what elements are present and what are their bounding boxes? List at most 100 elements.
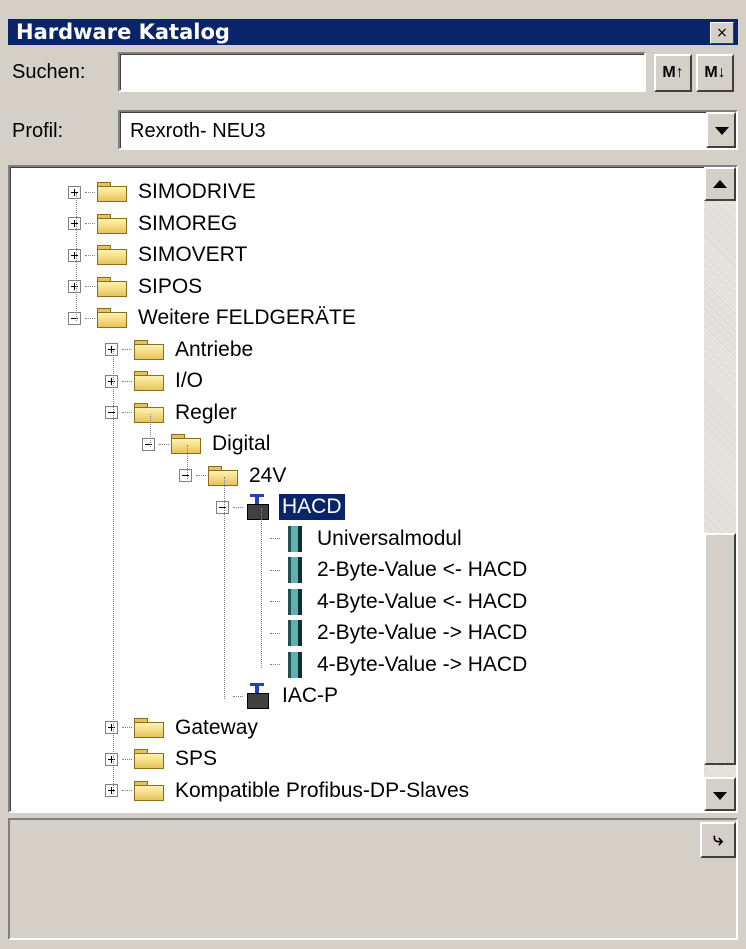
scroll-down-button[interactable]	[704, 777, 736, 811]
folder-icon	[97, 213, 127, 234]
collapse-icon[interactable]	[142, 437, 155, 451]
expand-icon[interactable]	[105, 784, 118, 797]
expand-icon[interactable]	[68, 217, 81, 230]
folder-icon	[97, 182, 127, 202]
folder-icon	[97, 308, 127, 328]
tree-item[interactable]: SIPOS	[68, 272, 205, 302]
profibus-device-icon	[245, 683, 271, 709]
folder-icon	[97, 245, 127, 265]
tree-connector-line	[270, 601, 280, 602]
tree-item[interactable]: Universalmodul	[253, 524, 465, 554]
tree-connector-line	[122, 727, 132, 728]
tree-item-label: SIPOS	[138, 274, 203, 298]
profile-dropdown-button[interactable]	[706, 112, 736, 148]
tree-item[interactable]: 24V	[179, 461, 289, 491]
tree-item[interactable]: 2-Byte-Value -> HACD	[253, 618, 530, 648]
scroll-thumb[interactable]	[704, 533, 736, 765]
info-pane: ⤷	[8, 818, 738, 940]
info-toggle-button[interactable]: ⤷	[700, 822, 736, 858]
tree-item-label: Kompatible Profibus-DP-Slaves	[175, 778, 470, 802]
tree-item[interactable]: SIMOVERT	[68, 240, 250, 270]
collapse-icon[interactable]	[68, 311, 81, 325]
tree-item-label: 4-Byte-Value <- HACD	[317, 589, 528, 613]
module-icon	[288, 557, 302, 583]
tree-item[interactable]: Regler	[105, 398, 240, 428]
tree-item[interactable]: I/O	[105, 366, 206, 396]
folder-icon	[97, 276, 127, 297]
expand-icon[interactable]	[68, 280, 81, 293]
find-up-icon: M↑	[662, 64, 684, 81]
tree-connector-line	[270, 632, 280, 634]
tree-guide-line	[113, 350, 114, 794]
find-down-icon: M↓	[704, 64, 726, 81]
tree-item[interactable]: IAC-P	[216, 681, 341, 711]
tree-connector-line	[122, 412, 132, 413]
search-input[interactable]	[118, 52, 646, 92]
expand-icon[interactable]	[68, 185, 81, 199]
tree-connector-line	[196, 475, 206, 476]
tree-connector-line	[122, 349, 132, 350]
folder-icon	[134, 371, 164, 391]
tree-connector-line	[270, 538, 280, 539]
tree-item-label: Weitere FELDGERÄTE	[138, 306, 356, 329]
tree-item-label: 4-Byte-Value -> HACD	[317, 652, 528, 676]
tree-item-label: SPS	[175, 747, 218, 770]
arrow-down-icon	[713, 792, 727, 800]
module-icon	[288, 525, 302, 552]
collapse-icon[interactable]	[216, 500, 229, 514]
tree-item[interactable]: SPS	[105, 744, 220, 774]
tree-guide-line	[261, 508, 262, 668]
expand-icon[interactable]	[105, 752, 118, 766]
tree-item-label: Digital	[212, 432, 271, 455]
arrow-up-icon	[713, 180, 727, 188]
catalog-tree[interactable]: SIMODRIVE SIMOREG SIMOVERT SIPOS Weitere FEL…	[8, 165, 738, 813]
find-down-button[interactable]: M↓	[696, 54, 734, 92]
expand-icon[interactable]	[105, 343, 118, 356]
close-button[interactable]: ×	[710, 22, 734, 44]
tree-item[interactable]: Gateway	[105, 713, 261, 743]
tree-item[interactable]: Digital	[142, 429, 273, 459]
profile-select[interactable]: Rexroth- NEU3	[118, 110, 738, 150]
profibus-device-icon	[245, 494, 271, 520]
tree-item-label: SIMOREG	[138, 211, 238, 235]
expand-icon[interactable]	[68, 248, 81, 262]
tree-item[interactable]: Weitere FELDGERÄTE	[68, 303, 359, 333]
title-bar[interactable]: Hardware Katalog	[8, 19, 738, 45]
tree-item-label: HACD	[278, 493, 346, 521]
scroll-up-button[interactable]	[704, 167, 736, 201]
tree-connector-line	[85, 286, 95, 287]
tree-item[interactable]: SIMODRIVE	[68, 177, 259, 207]
search-label: Suchen:	[12, 61, 86, 83]
chevron-down-icon	[715, 127, 729, 135]
tree-item-label: I/O	[175, 369, 204, 392]
tree-item-label: 24V	[249, 463, 287, 487]
folder-icon	[134, 780, 164, 801]
tree-item[interactable]: SIMOREG	[68, 209, 240, 239]
tree-connector-line	[122, 758, 132, 760]
tree-item-label: SIMODRIVE	[138, 180, 256, 203]
tree-item[interactable]: Kompatible Profibus-DP-Slaves	[105, 776, 472, 806]
tree-item[interactable]: 4-Byte-Value -> HACD	[253, 650, 530, 680]
tree-guide-line	[187, 445, 188, 479]
tree-connector-line	[233, 695, 243, 697]
tree-item-label: 2-Byte-Value -> HACD	[317, 621, 528, 644]
tree-item-label: Antriebe	[175, 337, 254, 361]
expand-icon[interactable]	[105, 374, 118, 388]
expand-icon[interactable]	[105, 721, 118, 734]
tree-connector-line	[233, 506, 243, 508]
tree-item[interactable]: 2-Byte-Value <- HACD	[253, 555, 530, 585]
tree-item-label: SIMOVERT	[138, 243, 248, 266]
tree-item[interactable]: HACD	[216, 492, 346, 522]
module-icon	[288, 620, 302, 646]
tree-connector-line	[122, 790, 132, 791]
tree-guide-line	[150, 413, 151, 447]
tree-item[interactable]: 4-Byte-Value <- HACD	[253, 587, 530, 617]
find-up-button[interactable]: M↑	[654, 54, 692, 92]
tree-item[interactable]: Antriebe	[105, 335, 256, 365]
profile-label: Profil:	[12, 120, 64, 142]
tree-connector-line	[85, 317, 95, 319]
collapse-icon[interactable]	[105, 406, 118, 419]
module-icon	[288, 588, 302, 615]
collapse-icon[interactable]	[179, 469, 192, 482]
tree-scrollbar[interactable]	[704, 167, 736, 811]
